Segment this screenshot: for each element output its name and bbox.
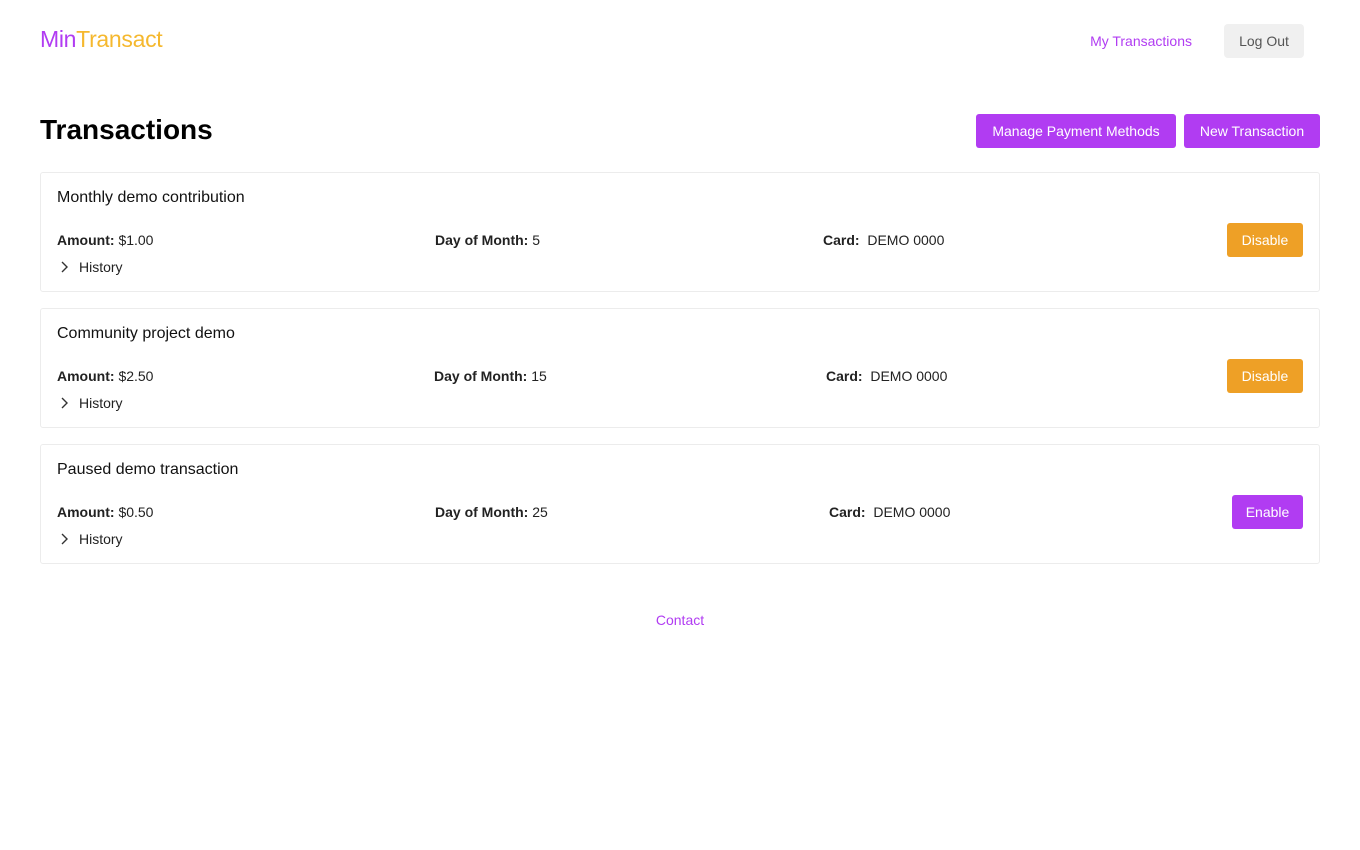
my-transactions-link[interactable]: My Transactions — [1090, 33, 1192, 49]
amount-field: Amount: $0.50 — [57, 504, 153, 520]
footer: Contact — [0, 612, 1360, 628]
logo-part-transact: Transact — [76, 26, 163, 52]
page-title: Transactions — [40, 114, 213, 145]
transaction-card: Monthly demo contribution Amount: $1.00 … — [40, 172, 1320, 292]
transaction-name: Community project demo — [57, 325, 235, 342]
day-value: 15 — [531, 368, 547, 384]
history-label: History — [79, 395, 123, 411]
history-toggle[interactable]: History — [57, 395, 123, 411]
logout-button[interactable]: Log Out — [1224, 24, 1304, 58]
day-value: 5 — [532, 232, 541, 248]
disable-button[interactable]: Disable — [1227, 359, 1303, 393]
disable-button[interactable]: Disable — [1227, 223, 1303, 257]
history-toggle[interactable]: History — [57, 259, 123, 275]
day-field: Day of Month: 15 — [434, 368, 547, 384]
card-value: DEMO 0000 — [873, 504, 951, 520]
card-field: Card: DEMO 0000 — [829, 504, 950, 520]
chevron-right-icon — [61, 533, 68, 545]
day-field: Day of Month: 5 — [435, 232, 540, 248]
amount-label: Amount: — [57, 232, 115, 248]
card-value: DEMO 0000 — [867, 232, 945, 248]
amount-field: Amount: $2.50 — [57, 368, 153, 384]
card-label: Card: — [826, 368, 863, 384]
day-label: Day of Month: — [435, 504, 529, 520]
top-bar: MinTransact My Transactions Log Out — [40, 24, 1320, 58]
history-toggle[interactable]: History — [57, 531, 123, 547]
amount-field: Amount: $1.00 — [57, 232, 153, 248]
transaction-card: Paused demo transaction Amount: $0.50 Da… — [40, 444, 1320, 564]
logo[interactable]: MinTransact — [40, 26, 163, 53]
day-value: 25 — [532, 504, 548, 520]
amount-value: $1.00 — [118, 232, 154, 248]
card-field: Card: DEMO 0000 — [826, 368, 947, 384]
day-label: Day of Month: — [435, 232, 529, 248]
new-transaction-button[interactable]: New Transaction — [1184, 114, 1320, 148]
contact-link[interactable]: Contact — [656, 612, 704, 628]
day-label: Day of Month: — [434, 368, 528, 384]
enable-button[interactable]: Enable — [1232, 495, 1303, 529]
amount-label: Amount: — [57, 368, 115, 384]
amount-label: Amount: — [57, 504, 115, 520]
amount-value: $2.50 — [118, 368, 154, 384]
logo-part-min: Min — [40, 26, 77, 52]
card-label: Card: — [829, 504, 866, 520]
transaction-name: Monthly demo contribution — [57, 189, 245, 206]
transaction-name: Paused demo transaction — [57, 461, 239, 478]
chevron-right-icon — [61, 261, 68, 273]
day-field: Day of Month: 25 — [435, 504, 548, 520]
chevron-right-icon — [61, 397, 68, 409]
card-value: DEMO 0000 — [870, 368, 948, 384]
card-field: Card: DEMO 0000 — [823, 232, 944, 248]
card-label: Card: — [823, 232, 860, 248]
history-label: History — [79, 259, 123, 275]
transaction-card: Community project demo Amount: $2.50 Day… — [40, 308, 1320, 428]
manage-payment-methods-button[interactable]: Manage Payment Methods — [976, 114, 1176, 148]
history-label: History — [79, 531, 123, 547]
amount-value: $0.50 — [118, 504, 154, 520]
